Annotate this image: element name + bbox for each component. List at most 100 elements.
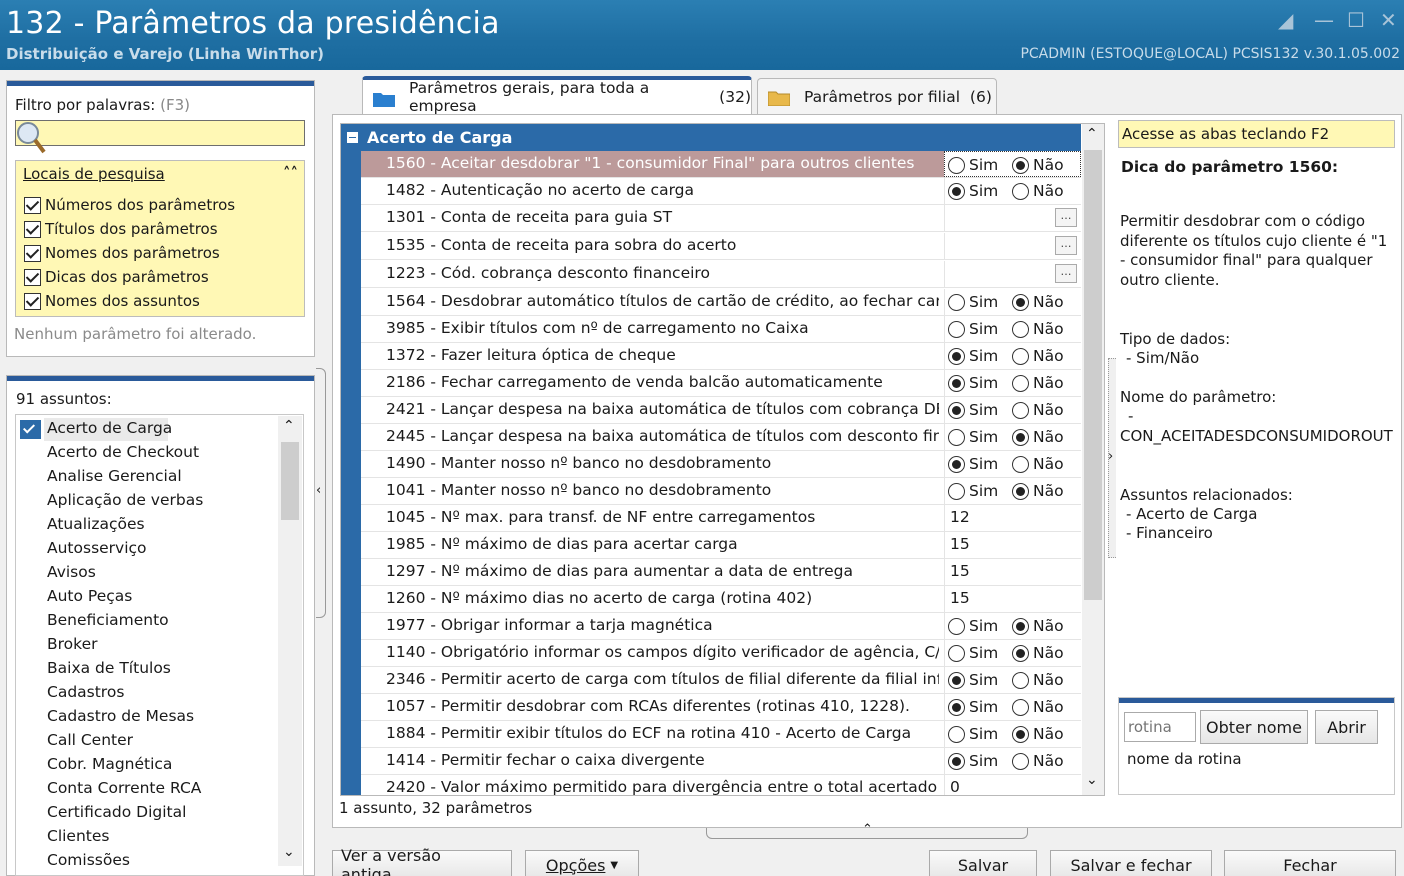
parameter-row[interactable]: 1564 - Desdobrar automático títulos de c… (361, 289, 1081, 316)
parameter-row[interactable]: 1045 - Nº max. para transf. de NF entre … (361, 505, 1081, 532)
radio-sim[interactable]: Sim (948, 725, 998, 743)
parameter-value[interactable]: Sim Não (944, 178, 1081, 204)
parameter-value[interactable]: 15 (944, 559, 1081, 585)
radio-icon[interactable] (948, 320, 965, 338)
obter-nome-button[interactable]: Obter nome (1200, 710, 1308, 744)
group-header[interactable]: Acerto de Carga (341, 124, 1081, 151)
collapse-icon[interactable]: ˄˄ (283, 164, 298, 182)
radio-icon[interactable] (1012, 320, 1029, 338)
parameter-row[interactable]: 1490 - Manter nosso nº banco no desdobra… (361, 451, 1081, 478)
checkbox-icon[interactable] (24, 268, 41, 286)
radio-nao[interactable]: Não (1012, 644, 1064, 662)
radio-sim[interactable]: Sim (948, 752, 998, 770)
option-nomes[interactable]: Nomes dos parâmetros (24, 244, 220, 262)
parameter-row[interactable]: 1884 - Permitir exibir títulos do ECF na… (361, 721, 1081, 748)
radio-icon[interactable] (1012, 482, 1029, 500)
radio-sim[interactable]: Sim (948, 644, 998, 662)
numeric-value[interactable]: 15 (950, 562, 970, 580)
assuntos-scrollbar[interactable]: ⌃ ⌄ (278, 416, 302, 866)
parameter-value[interactable]: Sim Não (944, 640, 1081, 666)
assunto-item[interactable]: Clientes (47, 827, 109, 845)
radio-icon[interactable] (1012, 617, 1029, 635)
radio-icon[interactable] (1012, 752, 1029, 770)
rotina-input[interactable] (1124, 712, 1196, 742)
numeric-value[interactable]: 15 (950, 535, 970, 553)
radio-nao[interactable]: Não (1012, 347, 1064, 365)
checkbox-icon[interactable] (24, 244, 41, 262)
assunto-item[interactable]: Baixa de Títulos (47, 659, 171, 677)
radio-sim[interactable]: Sim (948, 347, 998, 365)
checkbox-checked-icon[interactable] (20, 420, 41, 439)
radio-nao[interactable]: Não (1012, 671, 1064, 689)
checkbox-icon[interactable] (24, 220, 41, 238)
ellipsis-icon[interactable]: … (1055, 264, 1077, 283)
radio-icon[interactable] (948, 698, 965, 716)
assunto-item[interactable]: Call Center (47, 731, 133, 749)
radio-icon[interactable] (948, 617, 965, 635)
parameter-value[interactable]: Sim Não (944, 667, 1081, 693)
ellipsis-icon[interactable]: … (1055, 208, 1077, 227)
radio-sim[interactable]: Sim (948, 482, 998, 500)
parameter-value[interactable]: Sim Não (944, 451, 1081, 477)
parameter-row[interactable]: 2346 - Permitir acerto de carga com títu… (361, 667, 1081, 694)
assunto-item[interactable]: Cadastros (47, 683, 124, 701)
radio-sim[interactable]: Sim (948, 401, 998, 419)
splitter-bottom[interactable]: ⌃ (706, 822, 1028, 839)
radio-icon[interactable] (948, 182, 965, 200)
chevron-up-icon[interactable]: ⌃ (283, 418, 295, 434)
chevron-down-icon[interactable]: ⌄ (1086, 772, 1098, 788)
radio-nao[interactable]: Não (1012, 617, 1064, 635)
radio-nao[interactable]: Não (1012, 725, 1064, 743)
parameter-value[interactable]: … (944, 261, 1081, 287)
radio-icon[interactable] (948, 374, 965, 392)
assunto-item[interactable]: Autosserviço (47, 539, 147, 557)
radio-sim[interactable]: Sim (948, 428, 998, 446)
ellipsis-icon[interactable]: … (1055, 236, 1077, 255)
parameter-value[interactable]: Sim Não (944, 397, 1081, 423)
option-assuntos[interactable]: Nomes dos assuntos (24, 292, 200, 310)
checkbox-icon[interactable] (24, 292, 41, 310)
assunto-item[interactable]: Aplicação de verbas (47, 491, 203, 509)
numeric-value[interactable]: 15 (950, 589, 970, 607)
parameter-value[interactable]: Sim Não (944, 721, 1081, 747)
numeric-value[interactable]: 0 (950, 778, 960, 795)
parameter-value[interactable]: Sim Não (944, 694, 1081, 720)
radio-sim[interactable]: Sim (948, 671, 998, 689)
radio-sim[interactable]: Sim (948, 617, 998, 635)
assunto-item[interactable]: Cobr. Magnética (47, 755, 172, 773)
maximize-icon[interactable]: ☐ (1347, 8, 1365, 32)
parameter-value[interactable]: Sim Não (944, 289, 1081, 315)
parameter-row[interactable]: 1260 - Nº máximo dias no acerto de carga… (361, 586, 1081, 613)
option-dicas[interactable]: Dicas dos parâmetros (24, 268, 209, 286)
parameter-row[interactable]: 1140 - Obrigatório informar os campos dí… (361, 640, 1081, 667)
parameter-value[interactable]: Sim Não (944, 343, 1081, 369)
parameter-value[interactable]: … (944, 205, 1081, 231)
assunto-item[interactable]: Broker (47, 635, 97, 653)
assunto-item[interactable]: Cadastro de Mesas (47, 707, 194, 725)
assunto-item[interactable]: Beneficiamento (47, 611, 169, 629)
radio-icon[interactable] (1012, 698, 1029, 716)
radio-nao[interactable]: Não (1012, 156, 1064, 174)
radio-icon[interactable] (948, 644, 965, 662)
radio-icon[interactable] (1012, 374, 1029, 392)
fechar-button[interactable]: Fechar (1224, 850, 1396, 876)
radio-sim[interactable]: Sim (948, 293, 998, 311)
chevron-up-icon[interactable]: ⌃ (1086, 126, 1098, 142)
radio-icon[interactable] (1012, 725, 1029, 743)
assunto-item[interactable]: Certificado Digital (47, 803, 186, 821)
assunto-item[interactable]: Avisos (47, 563, 96, 581)
radio-icon[interactable] (1012, 428, 1029, 446)
parameter-row[interactable]: 1985 - Nº máximo de dias para acertar ca… (361, 532, 1081, 559)
assunto-item[interactable]: Auto Peças (47, 587, 132, 605)
radio-nao[interactable]: Não (1012, 293, 1064, 311)
numeric-value[interactable]: 12 (950, 508, 970, 526)
radio-nao[interactable]: Não (1012, 374, 1064, 392)
search-input[interactable] (15, 120, 305, 154)
radio-icon[interactable] (1012, 293, 1029, 311)
radio-icon[interactable] (1012, 671, 1029, 689)
radio-nao[interactable]: Não (1012, 482, 1064, 500)
parameter-row[interactable]: 1977 - Obrigar informar a tarja magnétic… (361, 613, 1081, 640)
option-numeros[interactable]: Números dos parâmetros (24, 196, 235, 214)
parameter-value[interactable]: 0 (944, 775, 1081, 795)
close-icon[interactable]: ✕ (1380, 8, 1397, 32)
